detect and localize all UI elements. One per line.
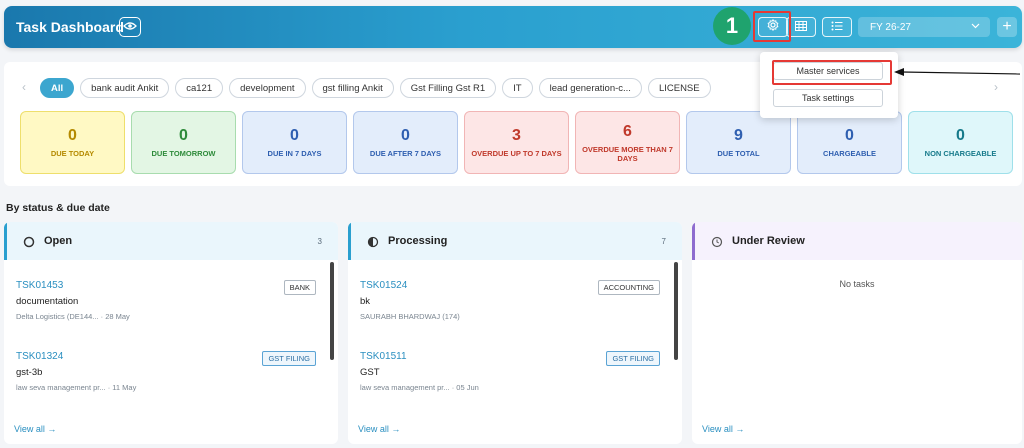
stat-value: 0: [68, 127, 77, 144]
section-title: By status & due date: [6, 202, 110, 214]
stat-value: 0: [845, 127, 854, 144]
stat-card[interactable]: 0 DUE IN 7 DAYS: [242, 111, 347, 174]
status-column-open: Open 3 TSK01453 documentation Delta Logistic…: [4, 222, 338, 444]
filter-chip[interactable]: gst filling Ankit: [311, 78, 394, 98]
column-count: 3: [317, 237, 322, 246]
task-meta: Delta Logistics (DE144... · 28 May: [16, 312, 130, 321]
filter-chip[interactable]: ca121: [175, 78, 224, 98]
list-icon: [831, 18, 843, 36]
clock-icon: [711, 235, 723, 248]
stat-card[interactable]: 0 DUE TODAY: [20, 111, 125, 174]
task-meta: law seva management pr... · 05 Jun: [360, 383, 479, 392]
category-filter-chips: All bank audit Ankit ca121 development gst f…: [40, 78, 711, 98]
filter-chip[interactable]: IT: [502, 78, 533, 98]
task-title: documentation: [16, 296, 79, 307]
column-header: Open 3: [4, 222, 338, 260]
stat-card[interactable]: 6 OVERDUE MORE THAN 7 DAYS: [575, 111, 680, 174]
chevron-right-icon[interactable]: ›: [994, 80, 998, 94]
task-meta: law seva management pr... · 11 May: [16, 383, 137, 392]
task-card[interactable]: TSK01511 GST law seva management pr... · 0…: [360, 351, 660, 392]
stat-cards: 0 DUE TODAY 0 DUE TOMORROW 0 DUE IN 7 DAYS 0 DU…: [20, 111, 1013, 174]
task-category-tag: BANK: [283, 280, 316, 295]
task-meta: SAURABH BHARDWAJ (174): [360, 312, 460, 321]
view-all-link[interactable]: View all →: [702, 424, 744, 434]
task-card[interactable]: TSK01324 gst-3b law seva management pr... …: [16, 351, 316, 392]
status-column-under-review: Under Review No tasks View all →: [692, 222, 1022, 444]
filter-chip[interactable]: Gst Filling Gst R1: [399, 78, 497, 98]
view-all-link[interactable]: View all →: [358, 424, 400, 434]
task-id-link[interactable]: TSK01453: [16, 280, 316, 291]
task-title: bk: [360, 296, 371, 307]
stat-label: OVERDUE MORE THAN 7 DAYS: [582, 144, 673, 163]
stat-value: 0: [956, 127, 965, 144]
chevron-down-icon: [971, 21, 980, 33]
column-header: Processing 7: [348, 222, 682, 260]
eye-icon: [123, 18, 137, 36]
settings-highlight-box: [753, 11, 791, 42]
stat-value: 0: [290, 127, 299, 144]
stat-label: NON CHARGEABLE: [924, 149, 997, 158]
stat-value: 0: [401, 127, 410, 144]
task-title: GST: [360, 367, 380, 378]
task-card[interactable]: TSK01453 documentation Delta Logistics (DE…: [16, 280, 316, 321]
column-scrollbar[interactable]: [674, 262, 678, 360]
stat-value: 6: [623, 122, 632, 140]
stat-card[interactable]: 0 NON CHARGEABLE: [908, 111, 1013, 174]
app-root: Task Dashboard FY 26-27 + 1 ‹ All bank a…: [0, 0, 1024, 448]
filter-chip[interactable]: All: [40, 78, 75, 98]
grid-icon: [795, 18, 807, 36]
list-view-button[interactable]: [822, 17, 852, 37]
circle-outline-icon: [23, 235, 35, 248]
filter-chip[interactable]: development: [229, 78, 306, 98]
column-title: Under Review: [732, 235, 805, 247]
empty-state-text: No tasks: [839, 279, 875, 289]
financial-year-select[interactable]: FY 26-27: [858, 17, 990, 37]
stat-card[interactable]: 3 OVERDUE UP TO 7 DAYS: [464, 111, 569, 174]
stat-label: DUE TOTAL: [717, 149, 760, 158]
add-task-button[interactable]: +: [997, 17, 1017, 37]
menu-item-task-settings[interactable]: Task settings: [773, 89, 883, 107]
stat-label: CHARGEABLE: [823, 149, 876, 158]
fy-selected-value: FY 26-27: [870, 21, 911, 33]
visibility-toggle-button[interactable]: [119, 17, 141, 37]
stat-card[interactable]: 9 DUE TOTAL: [686, 111, 791, 174]
filter-chip[interactable]: bank audit Ankit: [80, 78, 170, 98]
step-number-badge: 1: [713, 7, 751, 45]
status-column-processing: Processing 7 TSK01524 bk SAURABH BHARDWAJ (1…: [348, 222, 682, 444]
stat-card[interactable]: 0 DUE AFTER 7 DAYS: [353, 111, 458, 174]
page-title: Task Dashboard: [16, 19, 124, 35]
task-category-tag: ACCOUNTING: [597, 280, 660, 295]
view-all-link[interactable]: View all →: [14, 424, 56, 434]
stat-label: DUE TODAY: [50, 149, 95, 158]
stat-label: OVERDUE UP TO 7 DAYS: [471, 149, 562, 158]
filter-chip[interactable]: LICENSE: [647, 78, 711, 98]
column-header: Under Review: [692, 222, 1022, 260]
dashboard-header: Task Dashboard FY 26-27 +: [4, 6, 1022, 48]
task-title: gst-3b: [16, 367, 43, 378]
stat-value: 3: [512, 127, 521, 144]
column-title: Processing: [388, 235, 448, 247]
stat-value: 0: [179, 127, 188, 144]
stat-value: 9: [734, 127, 743, 144]
column-count: 7: [661, 237, 666, 246]
arrow-pointer-icon: [894, 68, 1021, 76]
chevron-left-icon[interactable]: ‹: [22, 80, 26, 94]
half-circle-icon: [367, 235, 379, 248]
stat-card[interactable]: 0 DUE TOMORROW: [131, 111, 236, 174]
stat-label: DUE AFTER 7 DAYS: [369, 149, 442, 158]
stat-label: DUE IN 7 DAYS: [267, 149, 322, 158]
master-services-highlight-box: [772, 60, 892, 85]
column-scrollbar[interactable]: [330, 262, 334, 360]
stat-label: DUE TOMORROW: [151, 149, 216, 158]
task-card[interactable]: TSK01524 bk SAURABH BHARDWAJ (174) ACCOUNTI…: [360, 280, 660, 321]
filter-chip[interactable]: lead generation-c...: [538, 78, 642, 98]
task-category-tag: GST FILING: [262, 351, 316, 366]
stat-card[interactable]: 0 CHARGEABLE: [797, 111, 902, 174]
task-category-tag: GST FILING: [606, 351, 660, 366]
column-title: Open: [44, 235, 73, 247]
